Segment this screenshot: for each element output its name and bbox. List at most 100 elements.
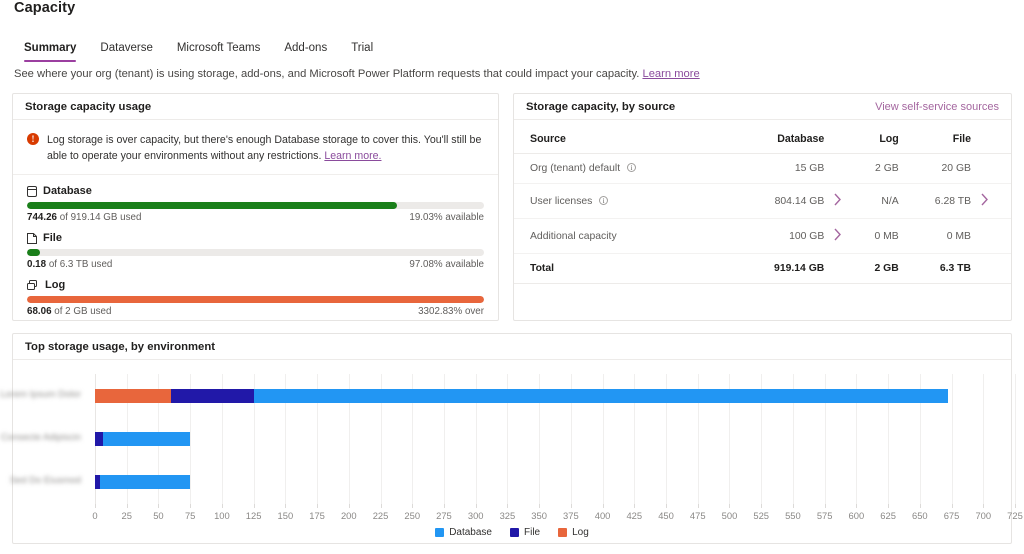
tab-trial[interactable]: Trial <box>339 42 385 62</box>
source-table-body: Org (tenant) default i 15 GB 2 GB 20 GB … <box>514 154 1011 284</box>
chart-x-tick <box>539 504 540 508</box>
row-pad <box>997 154 1011 184</box>
meter-list: Database 744.26 of 919.14 GB used 19.03%… <box>13 175 498 317</box>
chart-x-tick-label: 650 <box>912 510 928 521</box>
subtitle-learn-more-link[interactable]: Learn more <box>642 68 699 80</box>
chart-bar-segment-file[interactable] <box>171 389 253 403</box>
source-table-header-row: Source Database Log File <box>514 124 1011 154</box>
chart-x-tick <box>856 504 857 508</box>
alert-learn-more-link[interactable]: Learn more. <box>324 150 381 162</box>
chart-x-tick <box>254 504 255 508</box>
chart-x-tick-label: 700 <box>975 510 991 521</box>
chart-x-tick <box>285 504 286 508</box>
chart-bar-row[interactable] <box>95 389 1015 403</box>
chart-x-tick-label: 325 <box>500 510 516 521</box>
chart-bar-segment-database[interactable] <box>103 432 191 446</box>
row-database-value: 804.14 GB <box>724 184 824 219</box>
row-file-value: 20 GB <box>899 154 971 184</box>
chart-x-tick-label: 675 <box>944 510 960 521</box>
legend-swatch-file-icon <box>510 528 519 537</box>
tab-add-ons[interactable]: Add-ons <box>272 42 339 62</box>
chart-x-axis: 0255075100125150175200225250275300325350… <box>95 504 1015 528</box>
source-table: Source Database Log File Org (tenant) de… <box>514 124 1011 284</box>
chevron-right-icon[interactable] <box>833 228 842 244</box>
chart-x-tick-label: 350 <box>531 510 547 521</box>
chart-x-tick-label: 450 <box>658 510 674 521</box>
row-source-additional-capacity: Additional capacity <box>514 219 724 254</box>
meter-log-used-value: 68.06 <box>27 306 52 317</box>
chart-legend-item-log[interactable]: Log <box>558 527 589 538</box>
column-header-file-chevron-spacer <box>971 124 997 154</box>
row-source-label: Additional capacity <box>530 231 617 242</box>
chart-bar-segment-log[interactable] <box>95 389 171 403</box>
meter-log-footer: 68.06 of 2 GB used 3302.83% over <box>27 306 484 317</box>
meter-file-fill <box>27 249 40 256</box>
chart-x-tick <box>952 504 953 508</box>
chart-bar-row[interactable] <box>95 432 1015 446</box>
row-total-file: 6.3 TB <box>899 254 971 284</box>
chart-x-tick-label: 475 <box>690 510 706 521</box>
chart-x-tick <box>1015 504 1016 508</box>
meter-database-label-row: Database <box>27 185 484 197</box>
chart-x-tick <box>476 504 477 508</box>
chart-x-tick <box>571 504 572 508</box>
chart-x-tick <box>349 504 350 508</box>
chart-x-tick <box>127 504 128 508</box>
chart-x-tick <box>507 504 508 508</box>
meter-file-track <box>27 249 484 256</box>
chart-x-tick-label: 425 <box>626 510 642 521</box>
chart-bar-segment-database[interactable] <box>254 389 948 403</box>
storage-capacity-by-source-title: Storage capacity, by source <box>526 101 675 113</box>
legend-label: Database <box>449 527 492 538</box>
column-header-database: Database <box>724 124 824 154</box>
chart-bar-segment-database[interactable] <box>100 475 190 489</box>
tab-summary[interactable]: Summary <box>12 42 88 62</box>
row-total-database: 919.14 GB <box>724 254 824 284</box>
row-log-value: 2 GB <box>850 154 898 184</box>
meter-log-track <box>27 296 484 303</box>
meter-log: Log 68.06 of 2 GB used 3302.83% over <box>27 279 484 317</box>
chevron-right-icon[interactable] <box>833 193 842 209</box>
chart-x-tick <box>412 504 413 508</box>
chart-legend-item-file[interactable]: File <box>510 527 540 538</box>
chevron-right-icon[interactable] <box>980 193 989 209</box>
row-file-chevron-cell <box>971 154 997 184</box>
tab-dataverse[interactable]: Dataverse <box>88 42 164 62</box>
tab-bar: Summary Dataverse Microsoft Teams Add-on… <box>12 36 385 62</box>
alert-error-icon: ! <box>27 133 39 145</box>
chart-bar-segment-file[interactable] <box>95 432 103 446</box>
chart-x-tick <box>158 504 159 508</box>
meter-file-used-value: 0.18 <box>27 259 46 270</box>
chart-x-tick <box>381 504 382 508</box>
meter-log-capacity-text: of 2 GB used <box>54 306 111 317</box>
row-log-value: 0 MB <box>850 219 898 254</box>
info-icon[interactable]: i <box>599 196 608 205</box>
tab-microsoft-teams[interactable]: Microsoft Teams <box>165 42 273 62</box>
table-row: Org (tenant) default i 15 GB 2 GB 20 GB <box>514 154 1011 184</box>
page-subtitle-text: See where your org (tenant) is using sto… <box>14 68 639 80</box>
storage-capacity-usage-title: Storage capacity usage <box>13 94 498 120</box>
meter-file-capacity-text: of 6.3 TB used <box>49 259 113 270</box>
source-table-head: Source Database Log File <box>514 124 1011 154</box>
capacity-page: Capacity Summary Dataverse Microsoft Tea… <box>0 0 1024 554</box>
meter-database-track <box>27 202 484 209</box>
chart-x-tick-label: 125 <box>246 510 262 521</box>
row-database-value: 100 GB <box>724 219 824 254</box>
chart-bar-row[interactable] <box>95 475 1015 489</box>
chart-x-tick <box>603 504 604 508</box>
chart-gridline <box>1015 374 1016 504</box>
table-row: Additional capacity 100 GB 0 MB 0 MB <box>514 219 1011 254</box>
chart-y-axis-label: Consecte Adipiscin <box>1 432 81 443</box>
chart-legend-item-database[interactable]: Database <box>435 527 492 538</box>
chart-x-tick-label: 725 <box>1007 510 1023 521</box>
info-icon[interactable]: i <box>627 163 636 172</box>
chart-x-tick <box>95 504 96 508</box>
view-self-service-sources-link[interactable]: View self-service sources <box>875 101 999 113</box>
over-capacity-alert: ! Log storage is over capacity, but ther… <box>13 120 498 175</box>
database-icon <box>27 186 37 197</box>
chart-x-tick <box>698 504 699 508</box>
column-header-pad <box>997 124 1011 154</box>
alert-message-text: Log storage is over capacity, but there'… <box>47 134 481 162</box>
row-source-org-default: Org (tenant) default i <box>514 154 724 184</box>
chart-x-tick-label: 375 <box>563 510 579 521</box>
